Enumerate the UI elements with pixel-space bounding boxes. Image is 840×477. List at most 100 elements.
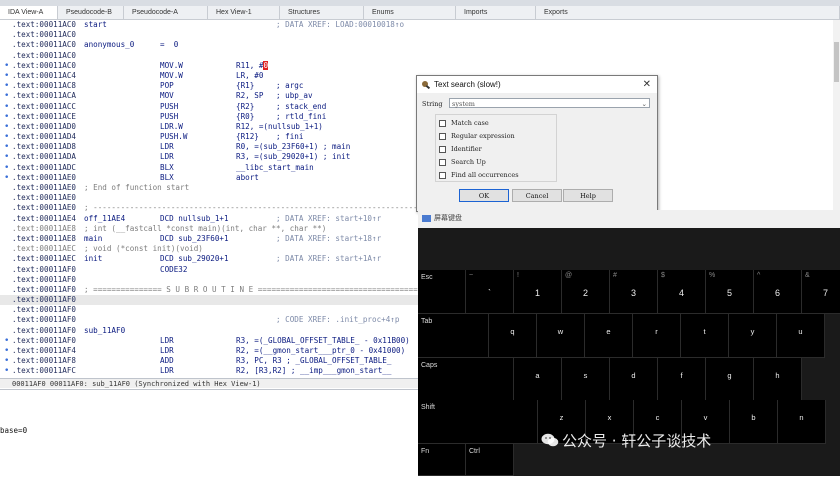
dialog-title-bar[interactable]: Text search (slow!) ✕ xyxy=(417,76,657,93)
code-operands[interactable]: {R12} xyxy=(236,132,259,142)
key-h[interactable]: h xyxy=(754,358,802,402)
code-operands[interactable]: R3, =(sub_29020+1) ; init xyxy=(236,152,350,162)
breakpoint-dot-icon[interactable]: • xyxy=(4,81,9,91)
breakpoint-dot-icon[interactable]: • xyxy=(4,163,9,173)
chevron-down-icon[interactable]: ⌄ xyxy=(642,99,647,109)
key-tab[interactable]: Tab xyxy=(418,314,489,358)
code-label[interactable]: sub_11AF0 xyxy=(84,326,125,336)
code-mnemonic[interactable]: LDR xyxy=(160,346,174,356)
help-button[interactable]: Help xyxy=(563,189,613,202)
key-caps[interactable]: Caps xyxy=(418,358,514,402)
code-comment[interactable]: ; =============== S U B R O U T I N E ==… xyxy=(84,285,436,295)
key-6[interactable]: ^ 6 xyxy=(754,270,802,314)
key-u[interactable]: u xyxy=(777,314,825,358)
code-operands[interactable]: R2, [R3,R2] ; __imp___gmon_start__ xyxy=(236,366,391,376)
breakpoint-dot-icon[interactable]: • xyxy=(4,91,9,101)
code-operands[interactable]: R2, SP xyxy=(236,91,263,101)
code-mnemonic[interactable]: LDR xyxy=(160,336,174,346)
tab-exports[interactable]: Exports xyxy=(536,6,840,19)
code-mnemonic[interactable]: MOV.W xyxy=(160,71,183,81)
checkbox[interactable] xyxy=(439,146,446,153)
key-e[interactable]: e xyxy=(585,314,633,358)
code-label[interactable]: main xyxy=(84,234,102,244)
key-esc[interactable]: Esc xyxy=(418,270,466,314)
code-xref-comment[interactable]: ; DATA XREF: LOAD:00010018↑o xyxy=(276,20,404,30)
code-label[interactable]: anonymous_0 xyxy=(84,40,134,50)
code-mnemonic[interactable]: PUSH xyxy=(160,112,178,122)
code-mnemonic[interactable]: = 0 xyxy=(160,40,178,50)
tab-hex-view-1[interactable]: Hex View-1 xyxy=(208,6,280,19)
code-mnemonic[interactable]: LDR xyxy=(160,142,174,152)
code-mnemonic[interactable]: ADD xyxy=(160,356,174,366)
code-mnemonic[interactable]: BLX xyxy=(160,163,174,173)
code-xref-comment[interactable]: ; DATA XREF: start+18↑r xyxy=(276,234,381,244)
code-comment[interactable]: ; int (__fastcall *const main)(int, char… xyxy=(84,224,326,234)
code-xref-comment[interactable]: ; DATA XREF: start+1A↑r xyxy=(276,254,381,264)
ok-button[interactable]: OK xyxy=(459,189,509,202)
code-operands[interactable]: {R0} xyxy=(236,112,254,122)
key-4[interactable]: $4 xyxy=(658,270,706,314)
tab-pseudocode-b[interactable]: Pseudocode-B xyxy=(58,6,124,19)
key-7[interactable]: & 7 xyxy=(802,270,840,314)
code-xref-comment[interactable]: ; DATA XREF: start+10↑r xyxy=(276,214,381,224)
code-line[interactable]: .text:00011AC0 xyxy=(0,30,833,40)
keyboard-title-bar[interactable]: 屏幕键盘 xyxy=(418,210,840,228)
key-b[interactable]: b xyxy=(730,400,778,444)
code-comment[interactable]: ; --------------------------------------… xyxy=(84,203,436,213)
code-label[interactable]: start xyxy=(84,20,107,30)
key-`[interactable]: ~ ` xyxy=(466,270,514,314)
code-mnemonic[interactable]: PUSH xyxy=(160,102,178,112)
key-3[interactable]: #3 xyxy=(610,270,658,314)
code-operands[interactable]: R11, #0 xyxy=(236,60,269,71)
code-operands[interactable]: {R2} xyxy=(236,102,254,112)
key-s[interactable]: s xyxy=(562,358,610,402)
breakpoint-dot-icon[interactable]: • xyxy=(4,142,9,152)
key-2[interactable]: @2 xyxy=(562,270,610,314)
code-mnemonic[interactable]: DCD sub_29020+1 xyxy=(160,254,229,264)
key-y[interactable]: y xyxy=(729,314,777,358)
tab-enums[interactable]: Enums xyxy=(364,6,456,19)
code-comment[interactable]: ; End of function start xyxy=(84,183,189,193)
code-mnemonic[interactable]: LDR.W xyxy=(160,122,183,132)
checkbox[interactable] xyxy=(439,133,446,140)
search-string-input[interactable]: system ⌄ xyxy=(449,98,650,108)
key-1[interactable]: ! 1 xyxy=(514,270,562,314)
code-operands[interactable]: R0, =(sub_23F60+1) ; main xyxy=(236,142,350,152)
code-mnemonic[interactable]: DCD nullsub_1+1 xyxy=(160,214,229,224)
code-line[interactable]: .text:00011AC0 xyxy=(0,51,833,61)
breakpoint-dot-icon[interactable]: • xyxy=(4,336,9,346)
code-mnemonic[interactable]: LDR xyxy=(160,366,174,376)
breakpoint-dot-icon[interactable]: • xyxy=(4,152,9,162)
breakpoint-dot-icon[interactable]: • xyxy=(4,346,9,356)
breakpoint-dot-icon[interactable]: • xyxy=(4,61,9,71)
code-operands[interactable]: abort xyxy=(236,173,259,183)
code-operands[interactable]: R3, =(_GLOBAL_OFFSET_TABLE_ - 0x11B00) xyxy=(236,336,410,346)
checkbox[interactable] xyxy=(439,172,446,179)
breakpoint-dot-icon[interactable]: • xyxy=(4,173,9,183)
breakpoint-dot-icon[interactable]: • xyxy=(4,132,9,142)
checkbox[interactable] xyxy=(439,159,446,166)
breakpoint-dot-icon[interactable]: • xyxy=(4,366,9,376)
code-operands[interactable]: {R1} xyxy=(236,81,254,91)
breakpoint-dot-icon[interactable]: • xyxy=(4,356,9,366)
breakpoint-dot-icon[interactable]: • xyxy=(4,122,9,132)
code-operands[interactable]: R2, =(__gmon_start___ptr_0 - 0x41000) xyxy=(236,346,405,356)
checkbox[interactable] xyxy=(439,120,446,127)
code-line[interactable]: .text:00011AC0 start ; DATA XREF: LOAD:000… xyxy=(0,20,833,30)
tab-ida-view-a[interactable]: IDA View-A xyxy=(0,6,58,19)
code-mnemonic[interactable]: DCD sub_23F60+1 xyxy=(160,234,229,244)
key-w[interactable]: w xyxy=(537,314,585,358)
key-d[interactable]: d xyxy=(610,358,658,402)
tab-pseudocode-a[interactable]: Pseudocode-A xyxy=(124,6,208,19)
code-mnemonic[interactable]: MOV.W xyxy=(160,61,183,71)
key-5[interactable]: % 5 xyxy=(706,270,754,314)
key-fn[interactable]: Fn xyxy=(418,444,466,476)
key-t[interactable]: t xyxy=(681,314,729,358)
key-shift[interactable]: Shift xyxy=(418,400,538,444)
key-ctrl[interactable]: Ctrl xyxy=(466,444,514,476)
code-label[interactable]: off_11AE4 xyxy=(84,214,125,224)
code-xref-comment[interactable]: ; CODE XREF: .init_proc+4↑p xyxy=(276,315,399,325)
code-comment[interactable]: ; void (*const init)(void) xyxy=(84,244,203,254)
key-q[interactable]: q xyxy=(489,314,537,358)
code-operands[interactable]: R12, =(nullsub_1+1) xyxy=(236,122,323,132)
